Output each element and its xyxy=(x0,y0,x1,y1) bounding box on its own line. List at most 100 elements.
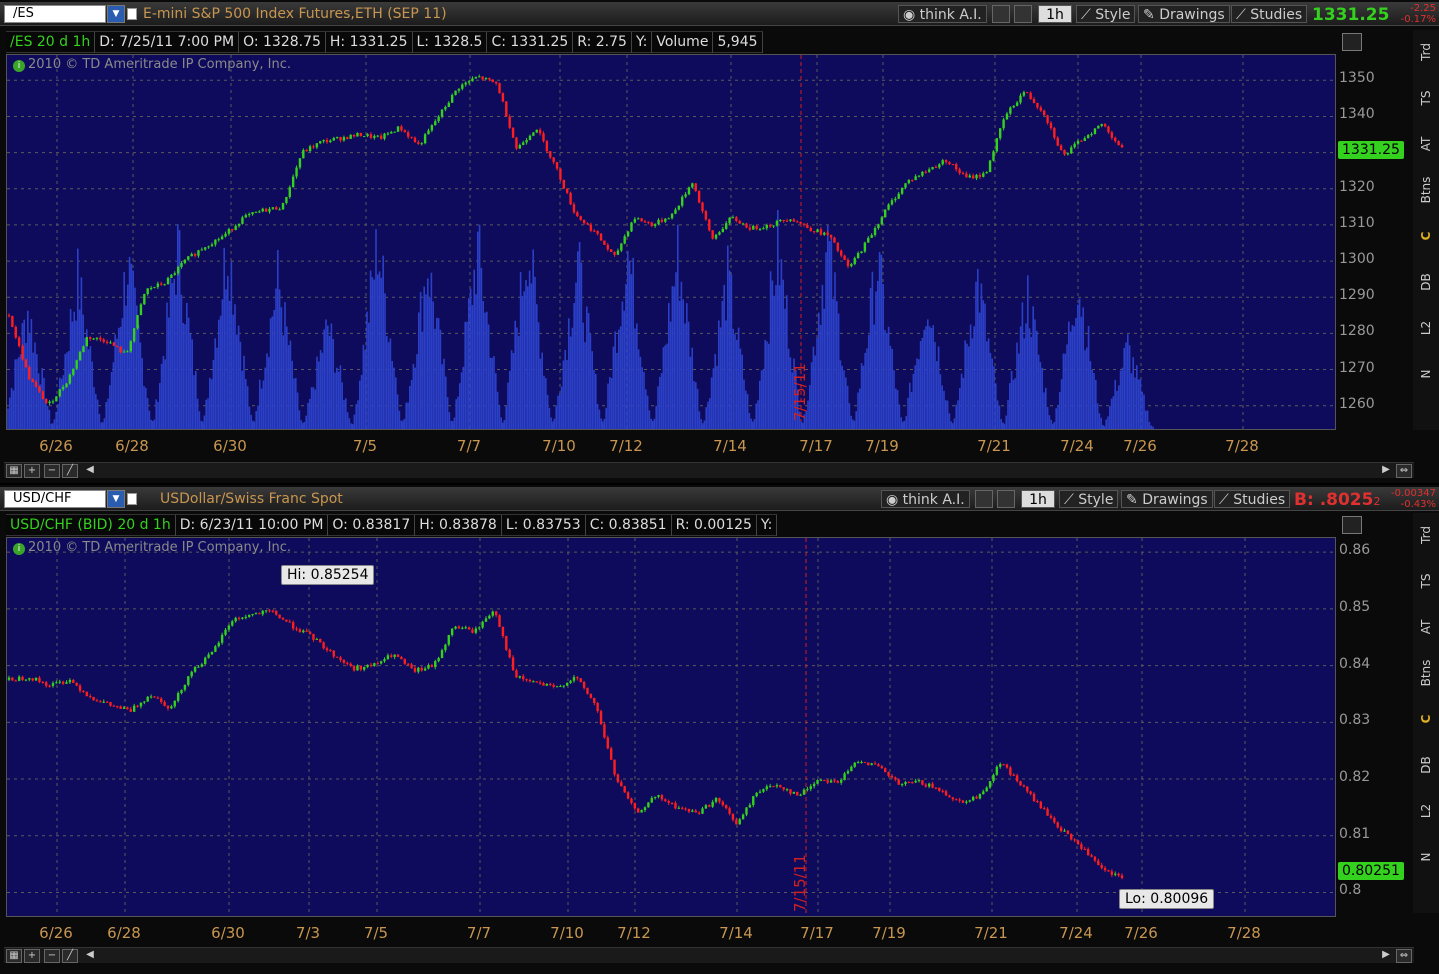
zoom-in-icon[interactable]: + xyxy=(24,464,40,478)
es-candle-body xyxy=(427,130,430,135)
style-button[interactable]: ⟋ Style xyxy=(1076,5,1136,23)
zoom-out-icon[interactable]: − xyxy=(44,464,60,478)
think-ai-button[interactable]: ◉ think A.I. xyxy=(898,5,987,23)
es-candle-body xyxy=(958,169,961,174)
sidebar-tab-c[interactable]: C xyxy=(1413,218,1439,254)
es-scrollbar[interactable]: ▦ + − ╱ ◀ ▶ ⇔ xyxy=(4,462,1414,478)
flag-icon[interactable] xyxy=(127,493,137,505)
es-description: E-mini S&P 500 Index Futures,ETH (SEP 11… xyxy=(143,6,447,22)
es-volume-bar xyxy=(1016,342,1018,429)
chart-settings-icon[interactable] xyxy=(1342,33,1362,51)
es-volume-bar xyxy=(712,368,715,429)
es-volume-bar xyxy=(846,385,849,429)
es-candle-body xyxy=(549,151,552,158)
sidebar-tab-ts[interactable]: TS xyxy=(1413,80,1439,116)
es-candle-body xyxy=(860,251,863,254)
scroll-left-icon[interactable]: ◀ xyxy=(82,464,98,478)
usdchf-candle-body xyxy=(1114,873,1117,875)
es-candle-body xyxy=(217,239,220,241)
usdchf-candle-body xyxy=(92,696,95,701)
think-ai-button[interactable]: ◉ think A.I. xyxy=(881,490,970,508)
crosshair-icon[interactable] xyxy=(992,5,1010,23)
studies-button[interactable]: ⟋ Studies xyxy=(1214,490,1291,508)
symbol-dropdown-icon[interactable]: ▼ xyxy=(107,5,125,23)
usdchf-scrollbar[interactable]: ▦ + − ╱ ◀ ▶ ⇔ xyxy=(4,947,1414,963)
sidebar-tab-n[interactable]: N xyxy=(1413,839,1439,875)
sidebar-tab-trd[interactable]: Trd xyxy=(1413,34,1439,70)
es-candle-body xyxy=(883,209,887,218)
es-volume-bar xyxy=(778,285,781,429)
es-volume-bar xyxy=(286,326,288,429)
usdchf-candle-body xyxy=(278,614,281,619)
es-candle-body xyxy=(288,187,291,197)
studies-button[interactable]: ⟋ Studies xyxy=(1231,5,1308,23)
es-volume-bar xyxy=(239,341,242,429)
sidebar-tab-at[interactable]: AT xyxy=(1413,126,1439,162)
symbol-dropdown-icon[interactable]: ▼ xyxy=(107,490,125,508)
es-volume-bar xyxy=(664,345,666,429)
es-volume-bar xyxy=(901,423,904,429)
sidebar-tab-trd[interactable]: Trd xyxy=(1413,517,1439,553)
zoom-out-icon[interactable]: − xyxy=(44,949,60,963)
period-button[interactable]: 1h xyxy=(1038,5,1072,23)
usdchf-symbol-input[interactable]: USD/CHF xyxy=(4,490,106,508)
sidebar-tab-db[interactable]: DB xyxy=(1413,264,1439,300)
sidebar-tab-l2[interactable]: L2 xyxy=(1413,310,1439,346)
zoom-in-icon[interactable]: + xyxy=(24,949,40,963)
chart-settings-icon[interactable] xyxy=(1342,516,1362,534)
drawing-tool-icon[interactable] xyxy=(997,490,1015,508)
es-volume-bar xyxy=(480,267,483,429)
es-candle-body xyxy=(836,242,840,251)
style-button[interactable]: ⟋ Style xyxy=(1059,490,1119,508)
expand-icon[interactable]: ⇔ xyxy=(1396,464,1412,478)
usdchf-plot-area[interactable]: i 2010 © TD Ameritrade IP Company, Inc. H… xyxy=(6,537,1336,917)
es-volume-bar xyxy=(534,276,536,429)
sidebar-tab-l2[interactable]: L2 xyxy=(1413,793,1439,829)
usdchf-candle-body xyxy=(143,701,146,703)
info-icon[interactable]: i xyxy=(13,60,25,72)
es-candle-body xyxy=(559,168,562,180)
line-tool-icon[interactable]: ╱ xyxy=(62,949,78,963)
scroll-right-icon[interactable]: ▶ xyxy=(1378,949,1394,963)
es-candle-body xyxy=(633,219,637,223)
drawing-tool-icon[interactable] xyxy=(1014,5,1032,23)
sidebar-tab-ts[interactable]: TS xyxy=(1413,563,1439,599)
usdchf-candle-body xyxy=(413,668,417,672)
period-button[interactable]: 1h xyxy=(1021,490,1055,508)
sidebar-tab-db[interactable]: DB xyxy=(1413,747,1439,783)
flag-icon[interactable] xyxy=(127,8,137,20)
expand-icon[interactable]: ⇔ xyxy=(1396,949,1412,963)
crosshair-icon[interactable] xyxy=(975,490,993,508)
es-candle-body xyxy=(731,217,735,219)
es-volume-bar xyxy=(355,404,357,429)
sidebar-tab-btns[interactable]: Btns xyxy=(1413,172,1439,208)
es-volume-bar xyxy=(632,257,634,429)
sidebar-tab-btns[interactable]: Btns xyxy=(1413,655,1439,691)
es-candle-body xyxy=(237,223,241,226)
es-plot-area[interactable]: i 2010 © TD Ameritrade IP Company, Inc. 7… xyxy=(6,54,1336,430)
drawings-button[interactable]: ✎ Drawings xyxy=(1138,5,1230,23)
sidebar-tab-c[interactable]: C xyxy=(1413,701,1439,737)
es-volume-bar xyxy=(1066,344,1068,429)
sidebar-tab-at[interactable]: AT xyxy=(1413,609,1439,645)
es-candle-body xyxy=(1022,92,1026,96)
drawings-button[interactable]: ✎ Drawings xyxy=(1121,490,1213,508)
usdchf-candle-body xyxy=(14,680,17,682)
usdchf-candle-body xyxy=(339,657,342,660)
usdchf-candle-body xyxy=(718,797,721,802)
usdchf-candle-body xyxy=(379,661,383,664)
es-candle-body xyxy=(1002,119,1005,129)
scroll-left-icon[interactable]: ◀ xyxy=(82,949,98,963)
sidebar-tab-n[interactable]: N xyxy=(1413,356,1439,392)
info-icon[interactable]: i xyxy=(13,543,25,555)
es-volume-bar xyxy=(1068,321,1070,429)
usdchf-candle-body xyxy=(75,682,78,686)
line-tool-icon[interactable]: ╱ xyxy=(62,464,78,478)
grid-icon[interactable]: ▦ xyxy=(6,464,22,478)
usdchf-candle-body xyxy=(640,810,643,813)
es-symbol-input[interactable]: /ES xyxy=(4,5,106,23)
grid-icon[interactable]: ▦ xyxy=(6,949,22,963)
usdchf-candle-body xyxy=(819,780,823,782)
scroll-right-icon[interactable]: ▶ xyxy=(1378,464,1394,478)
es-volume-bar xyxy=(259,379,261,429)
